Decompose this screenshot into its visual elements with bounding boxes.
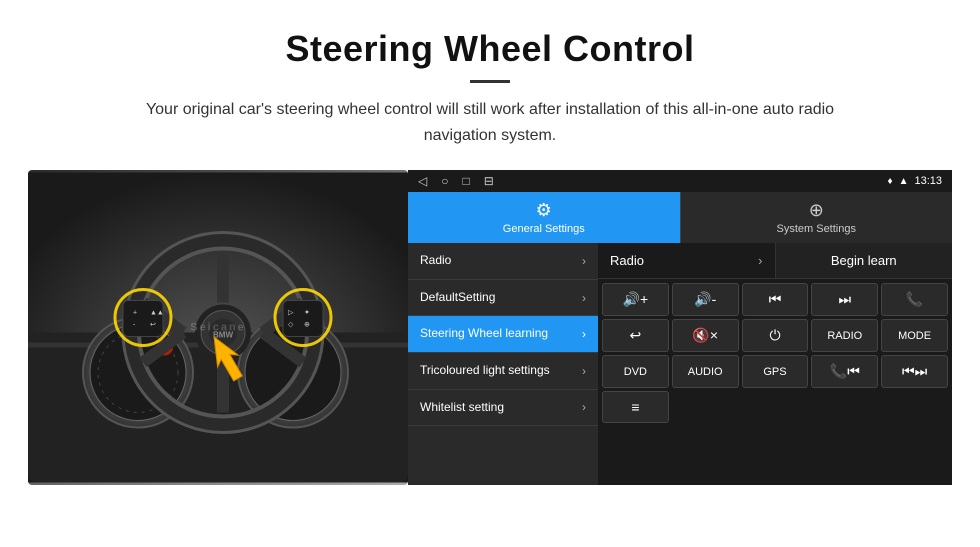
menu-item-tricoloured[interactable]: Tricoloured light settings › [408,353,598,390]
head-unit: ◁ ○ □ ⊟ ♦ ▲ 13:13 ⚙ General Settings ⊕ S… [408,170,952,485]
hang-up-icon: ↩ [630,327,642,344]
begin-learn-label: Begin learn [831,253,897,268]
call-prev-button[interactable]: 📞⏮ [811,355,878,388]
chevron-right-icon: › [582,254,586,268]
car-image-container: BMW + - ▲▲ ↩ ▷ ◇ ✦ ⊕ [28,170,408,485]
chevron-right-icon-3: › [582,327,586,341]
chevron-right-icon-2: › [582,291,586,305]
skip-icon: ⏮⏭ [902,363,927,380]
chevron-right-icon-4: › [582,364,586,378]
call-prev-icon: 📞⏮ [830,363,860,380]
radio-label-item: Radio › [598,243,776,278]
skip-button[interactable]: ⏮⏭ [881,355,948,388]
radio-chevron-icon: › [758,253,762,268]
gps-button[interactable]: GPS [742,355,809,388]
begin-learn-button[interactable]: Begin learn [776,243,953,278]
svg-text:+: + [133,310,137,317]
dvd-btn-label: DVD [624,366,647,378]
radio-label: Radio [610,253,644,268]
home-nav-icon[interactable]: ○ [441,174,448,188]
system-settings-icon: ⊕ [809,200,824,221]
menu-item-tricoloured-label: Tricoloured light settings [420,363,582,379]
menu-item-radio[interactable]: Radio › [408,243,598,280]
prev-track-icon: ⏮ [769,291,782,308]
next-track-button[interactable]: ⏭ [811,283,878,316]
svg-text:▷: ▷ [288,310,294,317]
chevron-right-icon-5: › [582,400,586,414]
phone-button[interactable]: 📞 [881,283,948,316]
menu-item-whitelist-label: Whitelist setting [420,400,582,416]
control-buttons-grid: 🔊+ 🔊- ⏮ ⏭ 📞 [598,279,952,427]
tab-system-settings[interactable]: ⊕ System Settings [680,192,953,243]
radio-button[interactable]: RADIO [811,319,878,352]
media-nav-icon[interactable]: ⊟ [484,174,494,188]
title-divider [470,80,510,83]
menu-item-whitelist[interactable]: Whitelist setting › [408,390,598,427]
svg-text:↩: ↩ [150,322,156,329]
power-icon: ⏻ [769,327,780,344]
menu-item-steering-wheel[interactable]: Steering Wheel learning › [408,316,598,353]
hang-up-button[interactable]: ↩ [602,319,669,352]
tab-general-settings[interactable]: ⚙ General Settings [408,192,680,243]
vol-down-button[interactable]: 🔊- [672,283,739,316]
page-header: Steering Wheel Control Your original car… [0,0,980,160]
next-track-icon: ⏭ [838,291,851,308]
mode-button[interactable]: MODE [881,319,948,352]
controls-panel: Radio › Begin learn 🔊+ � [598,243,952,485]
tab-general-label: General Settings [503,223,585,235]
svg-text:⊕: ⊕ [304,322,310,329]
gps-btn-label: GPS [763,366,786,378]
radio-btn-label: RADIO [827,330,862,342]
settings-menu: Radio › DefaultSetting › Steering Wheel … [408,243,598,485]
settings-tabs: ⚙ General Settings ⊕ System Settings [408,192,952,243]
android-status-bar: ◁ ○ □ ⊟ ♦ ▲ 13:13 [408,170,952,192]
audio-btn-label: AUDIO [688,366,723,378]
mute-icon: 🔇× [692,327,718,344]
list-icon: ≡ [631,399,639,415]
prev-track-button[interactable]: ⏮ [742,283,809,316]
page-subtitle: Your original car's steering wheel contr… [110,97,870,148]
svg-text:◇: ◇ [288,322,294,329]
vol-up-icon: 🔊+ [623,291,649,308]
menu-item-default-setting[interactable]: DefaultSetting › [408,280,598,317]
menu-item-radio-label: Radio [420,253,582,269]
wifi-icon: ▲ [899,176,909,187]
mode-btn-label: MODE [898,330,931,342]
svg-text:Seicane: Seicane [190,322,246,334]
audio-button[interactable]: AUDIO [672,355,739,388]
status-time: 13:13 [914,175,942,187]
menu-item-default-label: DefaultSetting [420,290,582,306]
mute-button[interactable]: 🔇× [672,319,739,352]
recents-nav-icon[interactable]: □ [462,174,469,188]
vol-down-icon: 🔊- [694,291,716,308]
gps-icon: ♦ [887,176,892,187]
page-title: Steering Wheel Control [20,28,960,70]
phone-icon: 📞 [906,291,923,308]
list-button[interactable]: ≡ [602,391,669,423]
svg-text:▲▲: ▲▲ [150,310,164,317]
power-button[interactable]: ⏻ [742,319,809,352]
dvd-button[interactable]: DVD [602,355,669,388]
svg-text:✦: ✦ [304,309,310,317]
vol-up-button[interactable]: 🔊+ [602,283,669,316]
tab-system-label: System Settings [777,223,856,235]
back-nav-icon[interactable]: ◁ [418,174,427,188]
general-settings-icon: ⚙ [536,200,552,221]
menu-item-steering-label: Steering Wheel learning [420,326,582,342]
